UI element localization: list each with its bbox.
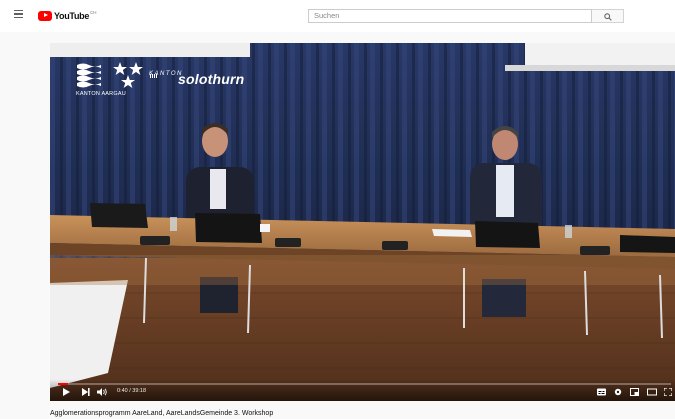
- logo-text: YouTube: [54, 10, 90, 21]
- subtitles-icon[interactable]: [597, 388, 606, 396]
- next-icon[interactable]: [82, 388, 90, 396]
- logo-country: CH: [90, 10, 97, 15]
- search-button[interactable]: [592, 9, 624, 23]
- youtube-play-icon: [38, 10, 52, 21]
- progress-fill: [58, 383, 69, 385]
- video-title: Agglomerationsprogramm AareLand, AareLan…: [50, 410, 274, 417]
- time-display: 0:40 / 39:18: [117, 387, 147, 394]
- aargau-logo-text: KANTON AARGAU: [76, 91, 126, 97]
- player-controls: 0:40 / 39:18: [50, 379, 675, 401]
- miniplayer-icon[interactable]: [630, 388, 639, 396]
- theater-icon[interactable]: [647, 388, 657, 396]
- fullscreen-icon[interactable]: [664, 388, 672, 396]
- masthead: YouTube CH Suchen: [0, 0, 675, 32]
- video-frame: [50, 43, 675, 401]
- solothurn-logo-text: solothurn: [178, 71, 245, 87]
- play-icon[interactable]: [62, 388, 70, 396]
- volume-icon[interactable]: [97, 388, 107, 396]
- hamburger-menu-icon[interactable]: [14, 10, 23, 19]
- settings-icon[interactable]: [614, 388, 622, 396]
- progress-bar[interactable]: [58, 383, 671, 385]
- search-icon: [604, 13, 612, 21]
- youtube-logo[interactable]: YouTube CH: [38, 9, 97, 22]
- video-player[interactable]: KANTON solothurn KANTON AARGAU 0:40 / 39…: [50, 43, 675, 401]
- search-input[interactable]: Suchen: [308, 9, 592, 23]
